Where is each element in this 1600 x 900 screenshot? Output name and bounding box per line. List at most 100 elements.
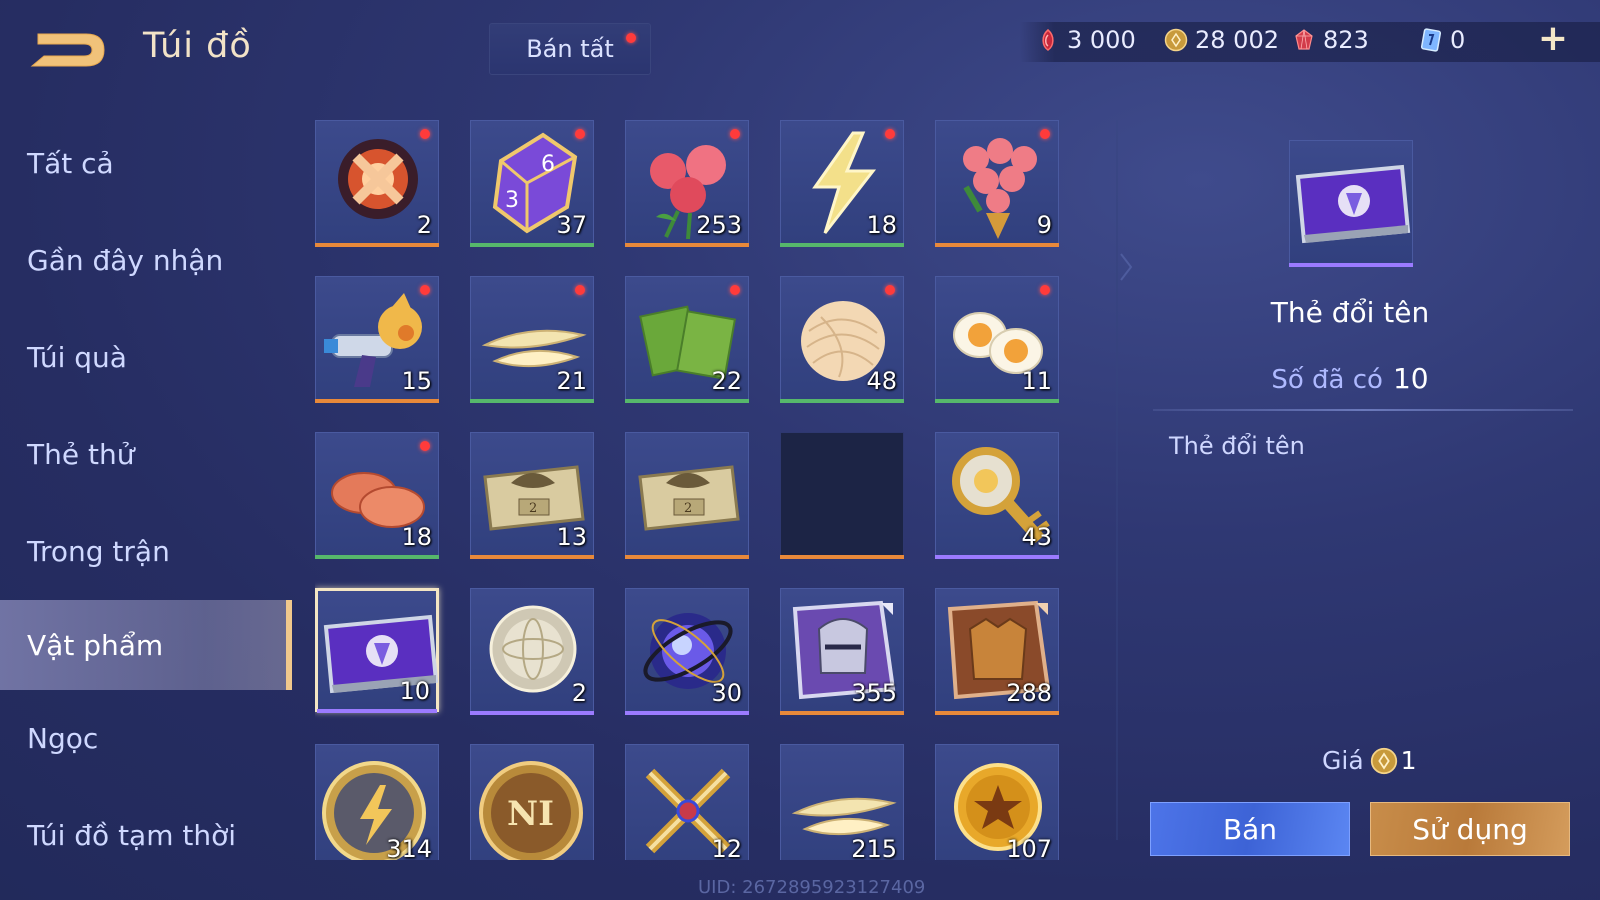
svg-text:2: 2 [684,501,692,516]
selected-item-icon [1289,140,1413,267]
sidebar-item-label: Thẻ thử [27,438,135,471]
item-slot[interactable]: 2 [470,588,594,715]
price: Giá 1 [1322,746,1417,775]
sidebar-item-items[interactable]: Vật phẩm [0,600,292,690]
item-slot[interactable]: 10 [315,588,439,713]
item-slot[interactable]: 288 [935,588,1059,715]
rarity-bar [625,399,749,403]
item-slot[interactable]: 30 [625,588,749,715]
rarity-bar [1289,263,1413,267]
new-item-dot [730,285,740,295]
item-slot[interactable]: 43 [935,432,1059,559]
item-slot[interactable] [780,432,904,559]
item-count: 15 [401,367,432,395]
item-count: 107 [1006,835,1052,860]
item-slot[interactable]: 314 [315,744,439,860]
sidebar-item-temp-bag[interactable]: Túi đồ tạm thời [0,787,292,884]
page-title: Túi đồ [143,26,252,66]
notification-dot [626,33,636,43]
red-crystal-icon [1042,29,1054,51]
currency-red-crystal: 3 000 [1036,26,1136,54]
sidebar-item-recent[interactable]: Gần đây nhận [0,212,292,309]
item-slot[interactable]: 48 [780,276,904,403]
item-slot[interactable]: 2 [625,432,749,559]
item-slot[interactable]: 6 3 37 [470,120,594,247]
gold-coin-icon [1164,28,1188,52]
item-count: 18 [401,523,432,551]
sidebar-item-gems[interactable]: Ngọc [0,690,292,787]
sidebar-item-in-battle[interactable]: Trong trận [0,503,292,600]
currency-gold: 28 002 [1164,26,1279,54]
sidebar-item-label: Túi quà [27,341,127,374]
owned-count: Số đã có 10 [1150,362,1550,395]
item-count: 21 [556,367,587,395]
rarity-bar [780,243,904,247]
item-count: 30 [711,679,742,707]
sidebar-item-all[interactable]: Tất cả [0,115,292,212]
sidebar-item-label: Gần đây nhận [27,244,224,277]
gold-ticket-icon: 2 [638,465,740,531]
red-crystal-amount: 3 000 [1067,26,1136,54]
rarity-bar [780,555,904,559]
item-count: 43 [1021,523,1052,551]
chevron-right-icon [1120,253,1133,281]
svg-text:NI: NI [507,794,554,834]
sidebar-item-trial-cards[interactable]: Thẻ thử [0,406,292,503]
rarity-bar [315,399,439,403]
svg-text:6: 6 [541,152,555,177]
rarity-bar [780,711,904,715]
item-slot[interactable]: 15 [315,276,439,403]
item-count: 9 [1036,211,1052,239]
item-slot[interactable]: 12 [625,744,749,860]
currency-red-gem: 823 [1292,26,1369,54]
item-slot[interactable]: 215 [780,744,904,860]
sidebar-item-gift-bags[interactable]: Túi quà [0,309,292,406]
item-slot[interactable]: 11 [935,276,1059,403]
detail-divider [1153,409,1573,411]
item-slot[interactable]: NI [470,744,594,860]
gold-coin-icon [1370,747,1397,774]
new-item-dot [1040,129,1050,139]
sidebar-item-label: Trong trận [27,535,170,568]
item-slot[interactable]: 107 [935,744,1059,860]
back-arrow-icon[interactable] [28,26,108,72]
red-gem-amount: 823 [1323,26,1369,54]
item-count: 22 [711,367,742,395]
item-slot[interactable]: 21 [470,276,594,403]
sell-button-label: Bán [1222,812,1278,846]
item-slot[interactable]: 355 [780,588,904,715]
rarity-bar [625,243,749,247]
item-grid[interactable]: 2 6 3 37 253 18 9 15 21 22 48 11 18 2 13 2 43 10 2 30 355 288… [315,120,1080,860]
rarity-bar [315,555,439,559]
rarity-bar [935,555,1059,559]
item-description: Thẻ đổi tên [1169,432,1305,460]
item-slot[interactable]: 18 [780,120,904,247]
rarity-bar [315,243,439,247]
sell-all-button[interactable]: Bán tất [489,23,651,75]
item-count: 215 [851,835,897,860]
item-count: 48 [866,367,897,395]
item-slot[interactable]: 18 [315,432,439,559]
sidebar-item-label: Túi đồ tạm thời [27,819,237,852]
new-item-dot [420,441,430,451]
item-slot[interactable]: 9 [935,120,1059,247]
sell-button[interactable]: Bán [1150,802,1350,856]
item-count: 288 [1006,679,1052,707]
item-slot[interactable]: 253 [625,120,749,247]
owned-value: 10 [1392,362,1429,395]
red-gem-icon [1295,29,1313,50]
gold-amount: 28 002 [1195,26,1279,54]
item-slot[interactable]: 22 [625,276,749,403]
rarity-bar [935,243,1059,247]
add-currency-button[interactable]: + [1537,21,1569,57]
new-item-dot [1040,285,1050,295]
rarity-bar [625,555,749,559]
item-slot[interactable]: 2 [315,120,439,247]
new-item-dot [885,285,895,295]
rarity-bar [317,709,437,713]
item-slot[interactable]: 2 13 [470,432,594,559]
rarity-bar [780,399,904,403]
blue-card-amount: 0 [1450,26,1466,54]
item-count: 18 [866,211,897,239]
use-button[interactable]: Sử dụng [1370,802,1570,856]
